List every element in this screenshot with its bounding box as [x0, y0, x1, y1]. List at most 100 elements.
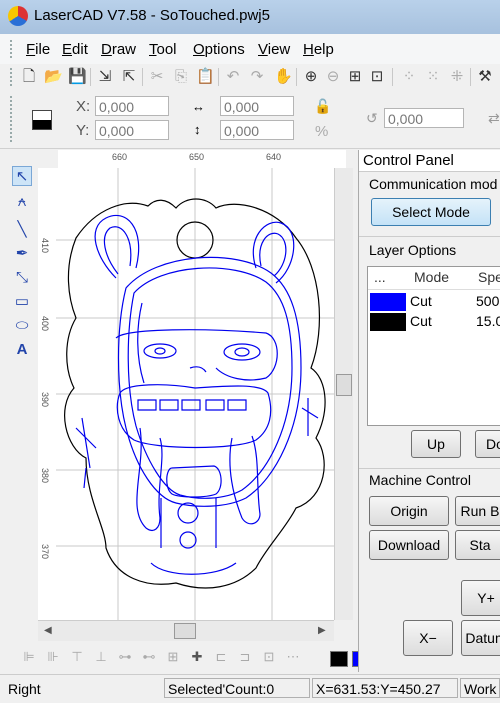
redo-icon[interactable]: ↷ [248, 68, 266, 86]
rectangle-tool-icon[interactable]: ▭ [12, 292, 32, 312]
lock-icon[interactable]: 🔓 [314, 98, 331, 115]
start-button[interactable]: Sta [455, 530, 500, 560]
pan-hand-icon[interactable]: ✋ [274, 68, 293, 86]
y-input[interactable]: 0,000 [95, 120, 169, 140]
node-edit-icon[interactable]: ⁘ [400, 68, 418, 86]
ruler-label: 660 [112, 152, 128, 162]
color-swatch[interactable] [330, 651, 348, 667]
menu-bar: File Edit Draw Tool Options View Help [0, 34, 500, 64]
origin-button[interactable]: Origin [369, 496, 449, 526]
align-bottom-icon[interactable]: ⊥ [92, 648, 110, 666]
app-icon [8, 6, 28, 26]
align-left-icon[interactable]: ⊫ [20, 648, 38, 666]
machine-control-label: Machine Control [369, 472, 471, 488]
ruler-label: 650 [189, 152, 205, 162]
distribute-icon[interactable]: ⊞ [164, 648, 182, 666]
vertical-scrollbar[interactable] [334, 168, 353, 620]
select-arrow-icon[interactable]: ↖ [12, 166, 32, 186]
menu-options[interactable]: Options [193, 41, 245, 58]
pen-tool-icon[interactable]: ✒ [12, 244, 32, 264]
mirror-icon[interactable]: ⇄ [488, 110, 500, 127]
y-label: Y: [76, 122, 90, 139]
y-plus-button[interactable]: Y+ [461, 580, 500, 616]
same-width-icon[interactable]: ⊏ [212, 648, 230, 666]
layer-mode: Cut [410, 293, 432, 309]
align-top-icon[interactable]: ⊤ [68, 648, 86, 666]
line-tool-icon[interactable]: ╲ [12, 220, 32, 240]
column-header[interactable]: ... [374, 269, 386, 285]
join-icon[interactable]: ⁜ [448, 68, 466, 86]
width-input[interactable]: 0,000 [220, 96, 294, 116]
x-input[interactable]: 0,000 [95, 96, 169, 116]
layer-down-button[interactable]: Do [475, 430, 500, 458]
scroll-left-icon[interactable]: ◀ [44, 625, 52, 636]
cut-icon[interactable]: ✂ [148, 68, 166, 86]
layer-color [370, 313, 406, 331]
status-work: Work [460, 678, 500, 698]
same-size-icon[interactable]: ⊡ [260, 648, 278, 666]
rotate-input[interactable]: 0,000 [384, 108, 464, 128]
rotate-icon: ↺ [366, 110, 378, 126]
spacing-icon[interactable]: ⋯ [284, 648, 302, 666]
menu-edit[interactable]: Edit [62, 41, 88, 58]
align-vcenter-icon[interactable]: ⊷ [140, 648, 158, 666]
zoom-all-icon[interactable]: ⊡ [368, 68, 386, 86]
toolbar-separator [90, 68, 91, 86]
ellipse-tool-icon[interactable]: ⬭ [12, 316, 32, 336]
divider [359, 236, 500, 237]
menu-view[interactable]: View [258, 41, 290, 58]
paste-icon[interactable]: 📋 [196, 68, 215, 86]
import-icon[interactable]: ⇲ [96, 68, 114, 86]
height-icon: ↕ [194, 122, 201, 137]
layer-table[interactable]: ... Mode Spe Cut 500 Cut 15.0 [367, 266, 500, 426]
percent-label: % [315, 123, 329, 140]
undo-icon[interactable]: ↶ [224, 68, 242, 86]
save-icon[interactable]: 💾 [68, 68, 87, 86]
menu-file[interactable]: File [26, 41, 50, 58]
node-select-icon[interactable]: ⍲ [12, 192, 32, 212]
laser-tool-icon[interactable]: ⚒ [476, 68, 494, 86]
reference-point-icon[interactable] [32, 110, 52, 130]
zoom-page-icon[interactable]: ⊞ [346, 68, 364, 86]
toolbar-grip [10, 68, 15, 86]
horizontal-scrollbar[interactable]: ◀ ▶ [38, 620, 334, 641]
run-button[interactable]: Run B [455, 496, 500, 526]
text-tool-icon[interactable]: A [12, 340, 32, 360]
new-file-icon[interactable]: 🗋 [20, 68, 38, 86]
height-input[interactable]: 0,000 [220, 120, 294, 140]
datum-button[interactable]: Datum [461, 620, 500, 656]
copy-icon[interactable]: ⎘ [172, 68, 190, 86]
break-icon[interactable]: ⁙ [424, 68, 442, 86]
header-divider [368, 289, 500, 290]
toolbar-separator [470, 68, 471, 86]
download-button[interactable]: Download [369, 530, 449, 560]
communication-mode-label: Communication mod [369, 176, 498, 192]
open-folder-icon[interactable]: 📂 [44, 68, 63, 86]
layer-color [370, 293, 406, 311]
column-header[interactable]: Spe [478, 269, 500, 285]
menu-draw[interactable]: Draw [101, 41, 136, 58]
export-icon[interactable]: ⇱ [120, 68, 138, 86]
zoom-in-icon[interactable]: ⊕ [302, 68, 320, 86]
polyline-tool-icon[interactable]: ⤡ [12, 268, 32, 288]
drawing-canvas[interactable] [56, 168, 334, 620]
title-bar[interactable]: LaserCAD V7.58 - SoTouched.pwj5 [0, 0, 500, 35]
menu-help[interactable]: Help [303, 41, 334, 58]
align-hcenter-icon[interactable]: ⊶ [116, 648, 134, 666]
zoom-out-icon[interactable]: ⊖ [324, 68, 342, 86]
toolbar-separator [142, 68, 143, 86]
scroll-thumb[interactable] [174, 623, 196, 639]
select-mode-button[interactable]: Select Mode [371, 198, 491, 226]
center-icon[interactable]: ✚ [188, 648, 206, 666]
table-row[interactable]: Cut 15.0 [368, 313, 500, 331]
layer-up-button[interactable]: Up [411, 430, 461, 458]
align-right-icon[interactable]: ⊪ [44, 648, 62, 666]
column-header[interactable]: Mode [414, 269, 449, 285]
x-minus-button[interactable]: X− [403, 620, 453, 656]
scroll-thumb[interactable] [336, 374, 352, 396]
menu-tool[interactable]: Tool [149, 41, 177, 58]
scroll-right-icon[interactable]: ▶ [318, 625, 326, 636]
table-row[interactable]: Cut 500 [368, 293, 500, 311]
ruler-label: 380 [40, 468, 50, 484]
same-height-icon[interactable]: ⊐ [236, 648, 254, 666]
